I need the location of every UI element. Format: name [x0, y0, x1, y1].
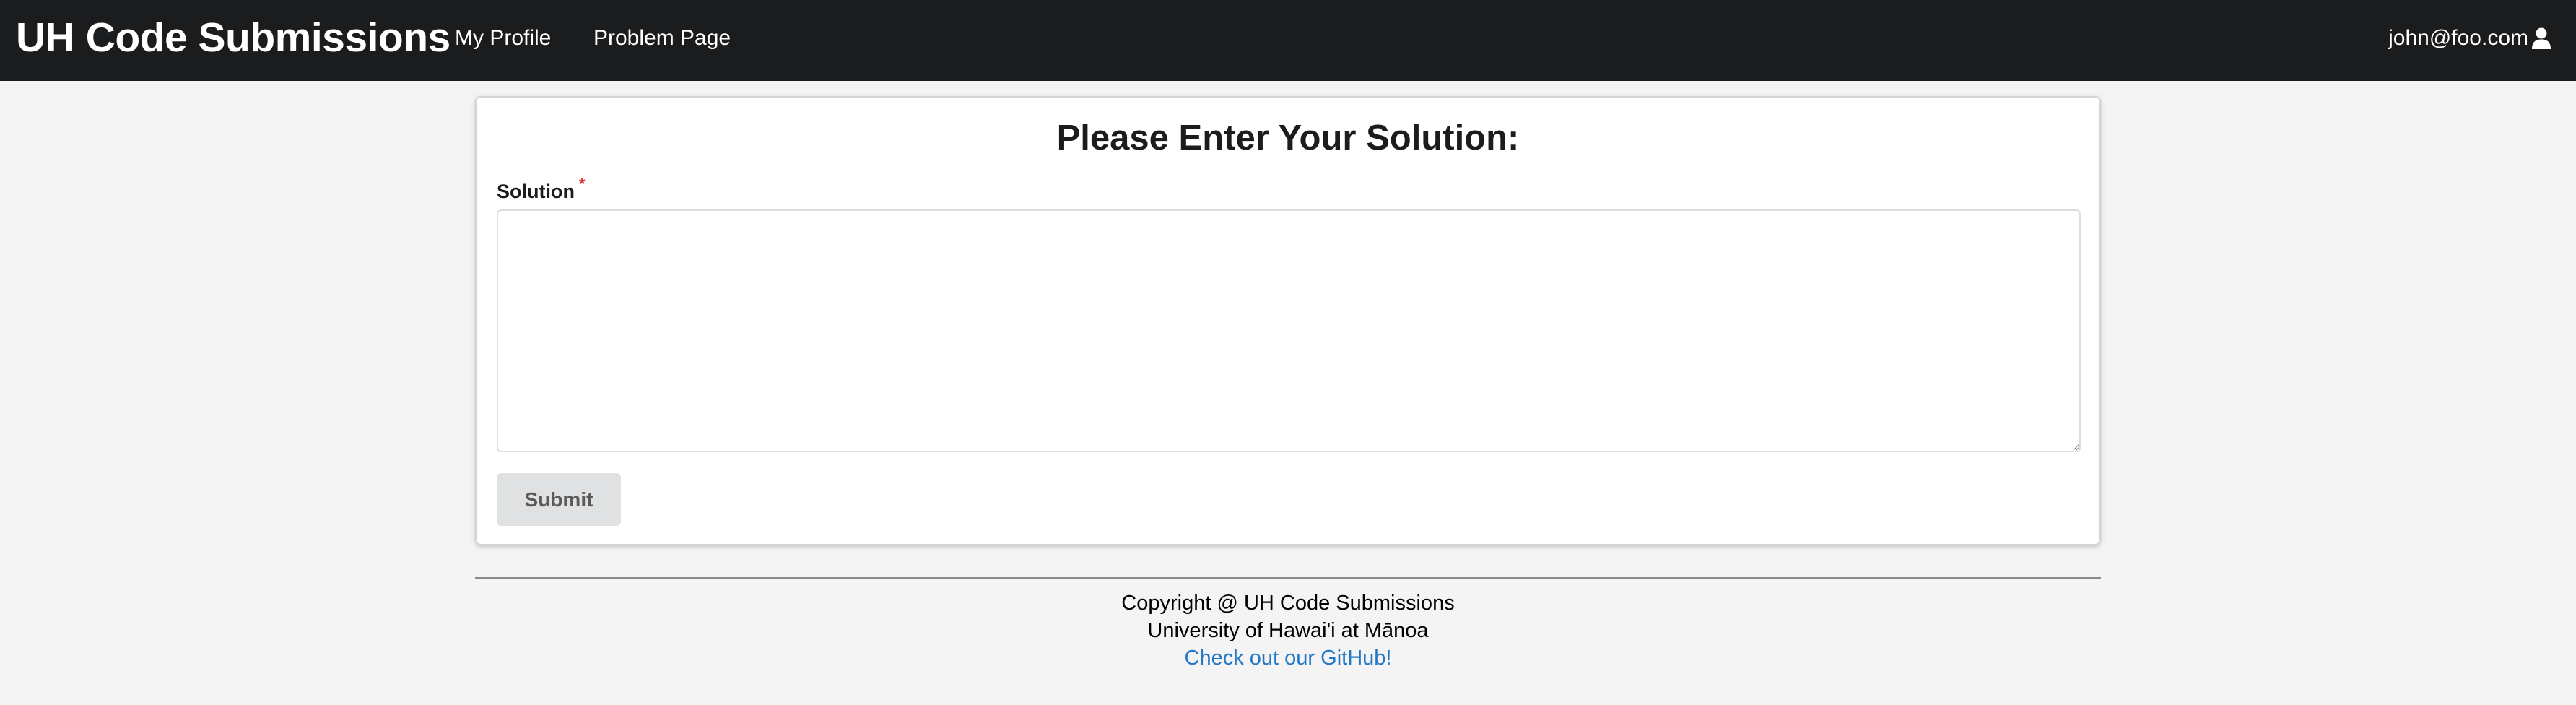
submit-button[interactable]: Submit: [497, 473, 621, 526]
solution-label-text: Solution: [497, 181, 575, 202]
top-navbar: UH Code Submissions My Profile Problem P…: [0, 0, 2576, 81]
required-marker: *: [578, 175, 586, 193]
solution-label: Solution *: [497, 175, 586, 207]
footer: Copyright @ UH Code Submissions Universi…: [475, 589, 2101, 672]
footer-divider: [475, 577, 2101, 579]
footer-copyright: Copyright @ UH Code Submissions: [1121, 592, 1455, 615]
nav-problem-page[interactable]: Problem Page: [593, 24, 731, 53]
solution-textarea[interactable]: [497, 209, 2081, 452]
nav-my-profile[interactable]: My Profile: [455, 24, 551, 53]
form-title: Please Enter Your Solution:: [1056, 118, 1520, 157]
brand-title[interactable]: UH Code Submissions: [16, 10, 451, 65]
github-link[interactable]: Check out our GitHub!: [1185, 646, 1392, 670]
user-icon: [2531, 27, 2551, 49]
user-email: john@foo.com: [2388, 26, 2528, 50]
footer-university: University of Hawai'i at Mānoa: [1147, 619, 1429, 642]
user-menu[interactable]: john@foo.com: [2388, 24, 2551, 53]
solution-form-card: Please Enter Your Solution: Solution * Su…: [475, 96, 2101, 545]
